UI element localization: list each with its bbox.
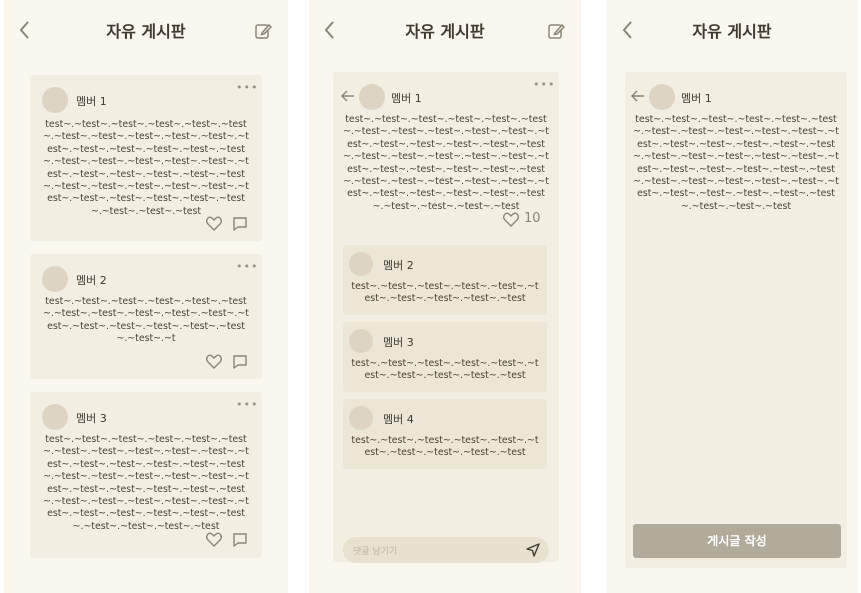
post-detail-card: 멤버 1 ••• test~.~test~.~test~.~test~.~tes… [333, 72, 559, 562]
avatar [42, 266, 68, 292]
avatar [349, 329, 373, 353]
comment-input[interactable]: 댓글 남기기 [343, 537, 549, 563]
board-list-screen: 자유 게시판 멤버 1 ••• test~.~test~.~test~.~tes… [4, 0, 288, 593]
edit-icon [255, 23, 273, 39]
post-card[interactable]: 멤버 3 ••• test~.~test~.~test~.~test~.~tes… [30, 392, 262, 558]
comment-placeholder: 댓글 남기기 [353, 547, 398, 557]
author-name: 멤버 1 [681, 92, 712, 105]
more-icon[interactable]: ••• [236, 82, 258, 93]
edit-button[interactable] [547, 22, 566, 40]
avatar [349, 406, 373, 430]
arrow-left-icon[interactable] [341, 90, 355, 102]
reply-card: 멤버 3 test~.~test~.~test~.~test~.~test~.~… [343, 322, 547, 392]
post-card[interactable]: 멤버 1 ••• test~.~test~.~test~.~test~.~tes… [30, 75, 262, 241]
edit-icon [548, 23, 566, 39]
send-icon[interactable] [526, 543, 540, 557]
header: 자유 게시판 [4, 8, 288, 52]
comment-icon[interactable] [232, 532, 248, 548]
page-title: 자유 게시판 [106, 22, 186, 41]
avatar [42, 404, 68, 430]
header: 자유 게시판 [607, 8, 857, 52]
post-body: test~.~test~.~test~.~test~.~test~.~test~… [343, 114, 549, 212]
heart-icon[interactable] [206, 532, 222, 547]
page-title: 자유 게시판 [692, 22, 772, 41]
heart-icon[interactable] [206, 216, 222, 231]
page-title: 자유 게시판 [405, 22, 485, 41]
post-body: test~.~test~.~test~.~test~.~test~.~test~… [43, 296, 249, 345]
avatar [649, 84, 675, 110]
comment-icon[interactable] [232, 354, 248, 370]
avatar [42, 87, 68, 113]
author-name: 멤버 4 [383, 413, 414, 426]
author-name: 멤버 2 [76, 274, 107, 287]
reply-body: test~.~test~.~test~.~test~.~test~.~test~… [351, 435, 539, 459]
author-name: 멤버 3 [76, 412, 107, 425]
post-body: test~.~test~.~test~.~test~.~test~.~test~… [43, 119, 249, 217]
arrow-left-icon[interactable] [631, 90, 645, 102]
more-icon[interactable]: ••• [236, 261, 258, 272]
edit-button[interactable] [254, 22, 273, 40]
post-preview-card: 멤버 1 test~.~test~.~test~.~test~.~test~.~… [625, 72, 847, 568]
post-body: test~.~test~.~test~.~test~.~test~.~test~… [633, 114, 839, 212]
post-write-screen: 자유 게시판 멤버 1 test~.~test~.~test~.~test~.~… [607, 0, 857, 593]
author-name: 멤버 1 [76, 95, 107, 108]
avatar [359, 84, 385, 110]
heart-icon[interactable] [503, 212, 519, 227]
author-name: 멤버 1 [391, 92, 422, 105]
comment-icon[interactable] [232, 216, 248, 232]
more-icon[interactable]: ••• [533, 79, 555, 90]
write-post-button[interactable]: 게시글 작성 [633, 524, 841, 558]
more-icon[interactable]: ••• [236, 399, 258, 410]
reply-body: test~.~test~.~test~.~test~.~test~.~test~… [351, 281, 539, 305]
reply-card: 멤버 2 test~.~test~.~test~.~test~.~test~.~… [343, 245, 547, 315]
post-detail-screen: 자유 게시판 멤버 1 ••• test~.~test~.~test~.~tes… [309, 0, 581, 593]
reply-card: 멤버 4 test~.~test~.~test~.~test~.~test~.~… [343, 399, 547, 469]
header: 자유 게시판 [309, 8, 581, 52]
heart-icon[interactable] [206, 354, 222, 369]
author-name: 멤버 2 [383, 259, 414, 272]
author-name: 멤버 3 [383, 336, 414, 349]
like-count: 10 [524, 211, 541, 226]
post-card[interactable]: 멤버 2 ••• test~.~test~.~test~.~test~.~tes… [30, 254, 262, 379]
post-body: test~.~test~.~test~.~test~.~test~.~test~… [43, 434, 249, 532]
avatar [349, 252, 373, 276]
reply-body: test~.~test~.~test~.~test~.~test~.~test~… [351, 358, 539, 382]
